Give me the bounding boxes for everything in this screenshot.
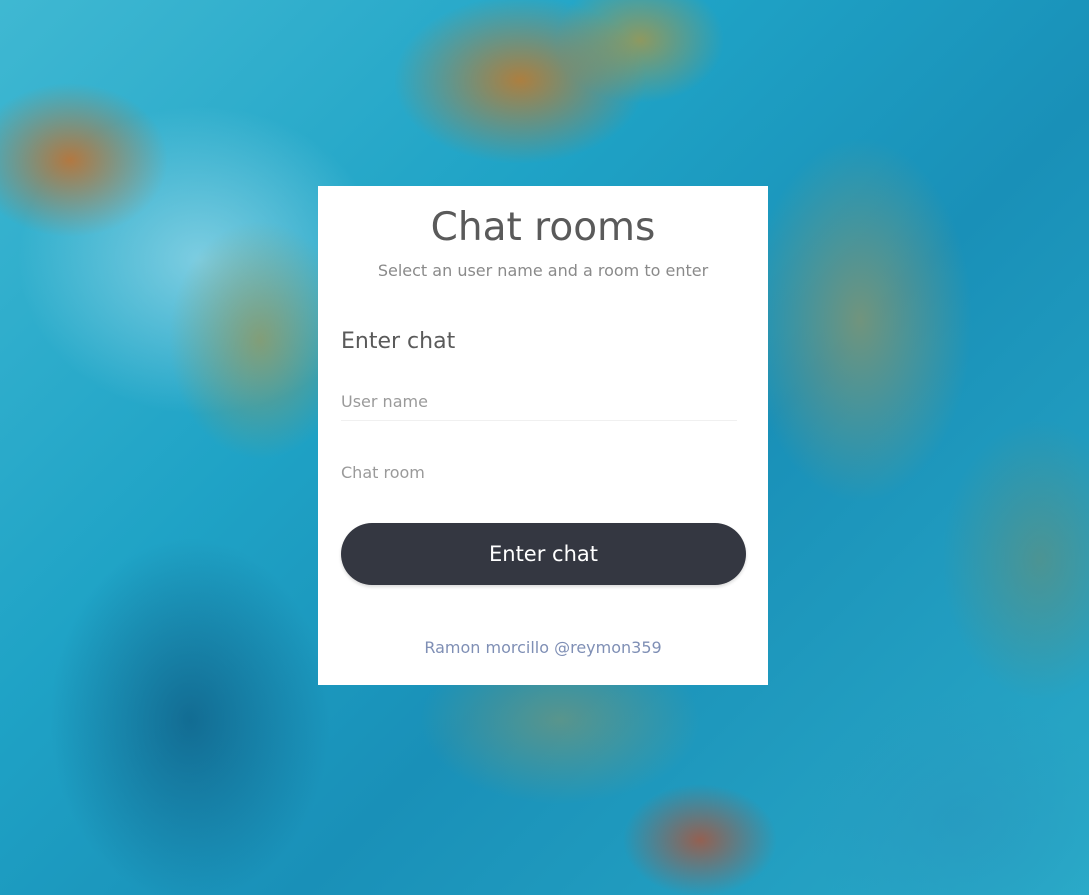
author-credit-link[interactable]: Ramon morcillo @reymon359 [318,638,768,657]
chat-room-input[interactable] [341,464,737,492]
login-card: Chat rooms Select an user name and a roo… [318,186,768,685]
page-subtitle: Select an user name and a room to enter [377,261,709,280]
form-section-title: Enter chat [341,329,456,354]
enter-chat-button[interactable]: Enter chat [341,523,746,585]
user-name-input[interactable] [341,393,737,421]
page-title: Chat rooms [430,205,656,250]
